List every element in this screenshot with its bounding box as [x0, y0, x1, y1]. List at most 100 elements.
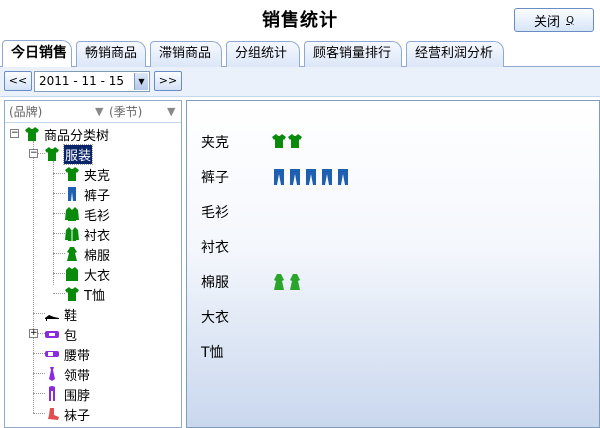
sales-row: 夹克	[201, 131, 303, 153]
tab-slow-sellers[interactable]: 滞销商品	[150, 41, 222, 67]
tree-node-clothing[interactable]: 服装	[43, 143, 94, 165]
tree-node-label: 衬衣	[84, 228, 111, 244]
tree-node-label: 围脖	[64, 388, 91, 404]
green-overcoat-icon	[63, 265, 81, 283]
tab-strip: 今日销售 畅销商品 滞销商品 分组统计 顾客销量排行 经营利润分析	[0, 40, 600, 67]
chevron-down-icon[interactable]: ▼	[95, 103, 103, 121]
brand-filter-label: (品牌)	[9, 105, 43, 119]
tree-node-root[interactable]: 商品分类树	[23, 124, 109, 144]
season-filter[interactable]: (季节) ▼	[109, 103, 181, 121]
close-shortcut-key: Q	[566, 14, 574, 26]
green-tshirt-icon	[271, 133, 287, 151]
sales-count-icons	[271, 133, 303, 151]
sales-row-label: 衬衣	[201, 240, 229, 256]
sales-row-label: 夹克	[201, 135, 229, 151]
tab-group-stats[interactable]: 分组统计	[226, 41, 300, 67]
tree-node-label: 夹克	[84, 168, 111, 184]
category-tree-panel: (品牌) ▼ (季节) ▼ − 商品分类树 − 服装 夹克 裤子 毛衫 衬衣 棉…	[4, 100, 182, 428]
tree-node-jacket[interactable]: 夹克	[63, 164, 110, 184]
filter-bar: (品牌) ▼ (季节) ▼	[5, 101, 181, 123]
title-bar: 销售统计 关闭 Q	[0, 0, 600, 40]
tree-node-socks[interactable]: 袜子	[43, 404, 90, 424]
tree-node-label: 裤子	[84, 188, 111, 204]
chevron-down-icon[interactable]: ▼	[134, 73, 148, 90]
green-tshirt-icon	[43, 145, 61, 163]
purple-belt-icon	[43, 345, 61, 363]
shoe-icon	[43, 305, 61, 323]
sales-visualization-panel: 夹克裤子毛衫衬衣棉服大衣 T恤	[186, 100, 600, 428]
sales-count-icons	[271, 273, 303, 291]
next-day-button[interactable]: >>	[154, 71, 182, 91]
tree-node-label: T恤	[84, 288, 105, 304]
red-sock-icon	[43, 405, 61, 423]
tree-node-label: 毛衫	[84, 208, 111, 224]
tab-profit-analysis[interactable]: 经营利润分析	[406, 41, 504, 67]
green-coat-icon	[63, 245, 81, 263]
window-title: 销售统计	[262, 10, 338, 31]
date-picker[interactable]: 2011 - 11 - 15 ▼	[34, 71, 150, 92]
expand-bag-toggle[interactable]: +	[29, 329, 38, 338]
collapse-clothing-toggle[interactable]: −	[29, 149, 38, 158]
prev-day-button[interactable]: <<	[4, 71, 32, 91]
purple-scarf-icon	[43, 385, 61, 403]
season-filter-label: (季节)	[109, 105, 143, 119]
sales-row-label: 棉服	[201, 275, 229, 291]
tree-node-shirt[interactable]: 衬衣	[63, 224, 110, 244]
green-coat-icon	[271, 273, 287, 291]
date-toolbar: << 2011 - 11 - 15 ▼ >>	[0, 67, 600, 97]
tab-best-sellers[interactable]: 畅销商品	[76, 41, 146, 67]
tree-node-label: 大衣	[84, 268, 111, 284]
tree-node-label: 腰带	[64, 348, 91, 364]
tree-node-bag[interactable]: 包	[43, 324, 77, 344]
sales-row: 裤子	[201, 166, 351, 188]
tree-node-scarf[interactable]: 围脖	[43, 384, 90, 404]
date-value: 2011 - 11 - 15	[39, 74, 124, 88]
brand-filter[interactable]: (品牌) ▼	[9, 103, 103, 121]
sales-row-label: 毛衫	[201, 205, 229, 221]
sales-row-label: 裤子	[201, 170, 229, 186]
sales-row: 毛衫	[201, 201, 271, 223]
green-tshirt-icon	[63, 285, 81, 303]
green-tshirt-icon	[287, 133, 303, 151]
tree-node-belt[interactable]: 腰带	[43, 344, 90, 364]
green-tshirt-icon	[63, 165, 81, 183]
blue-pants-icon	[303, 168, 319, 186]
tab-today-sales[interactable]: 今日销售	[2, 40, 72, 67]
green-shirt-icon	[63, 225, 81, 243]
tree-node-tie[interactable]: 领带	[43, 364, 90, 384]
collapse-root-toggle[interactable]: −	[10, 129, 19, 138]
close-button-label: 关闭	[534, 14, 561, 30]
tree-node-cotton-coat[interactable]: 棉服	[63, 244, 110, 264]
tree-node-label: 棉服	[84, 248, 111, 264]
blue-pants-icon	[335, 168, 351, 186]
sales-row-label: T恤	[201, 345, 224, 361]
blue-pants-icon	[319, 168, 335, 186]
purple-tie-icon	[43, 365, 61, 383]
tree-node-shoes[interactable]: 鞋	[43, 304, 77, 324]
tree-node-sweater[interactable]: 毛衫	[63, 204, 110, 224]
sales-row: T恤	[201, 341, 271, 363]
tree-node-label: 商品分类树	[44, 128, 110, 144]
sales-row: 衬衣	[201, 236, 271, 258]
tree-node-label: 服装	[62, 143, 94, 165]
tree-node-label: 鞋	[64, 308, 78, 324]
green-tshirt-icon	[23, 125, 41, 143]
tree-node-tshirt[interactable]: T恤	[63, 284, 105, 304]
green-sweater-icon	[63, 205, 81, 223]
tree-node-label: 袜子	[64, 408, 91, 424]
sales-count-icons	[271, 168, 351, 186]
tab-customer-ranking[interactable]: 顾客销量排行	[304, 41, 402, 67]
chevron-down-icon[interactable]: ▼	[167, 103, 175, 121]
green-coat-icon	[287, 273, 303, 291]
tree-node-label: 包	[64, 328, 78, 344]
tree-node-pants[interactable]: 裤子	[63, 184, 110, 204]
sales-row-label: 大衣	[201, 310, 229, 326]
sales-row: 棉服	[201, 271, 303, 293]
sales-row: 大衣	[201, 306, 271, 328]
blue-pants-icon	[271, 168, 287, 186]
blue-pants-icon	[287, 168, 303, 186]
tree-node-label: 领带	[64, 368, 91, 384]
close-button[interactable]: 关闭 Q	[514, 8, 594, 32]
tree-node-overcoat[interactable]: 大衣	[63, 264, 110, 284]
purple-bag-icon	[43, 325, 61, 343]
